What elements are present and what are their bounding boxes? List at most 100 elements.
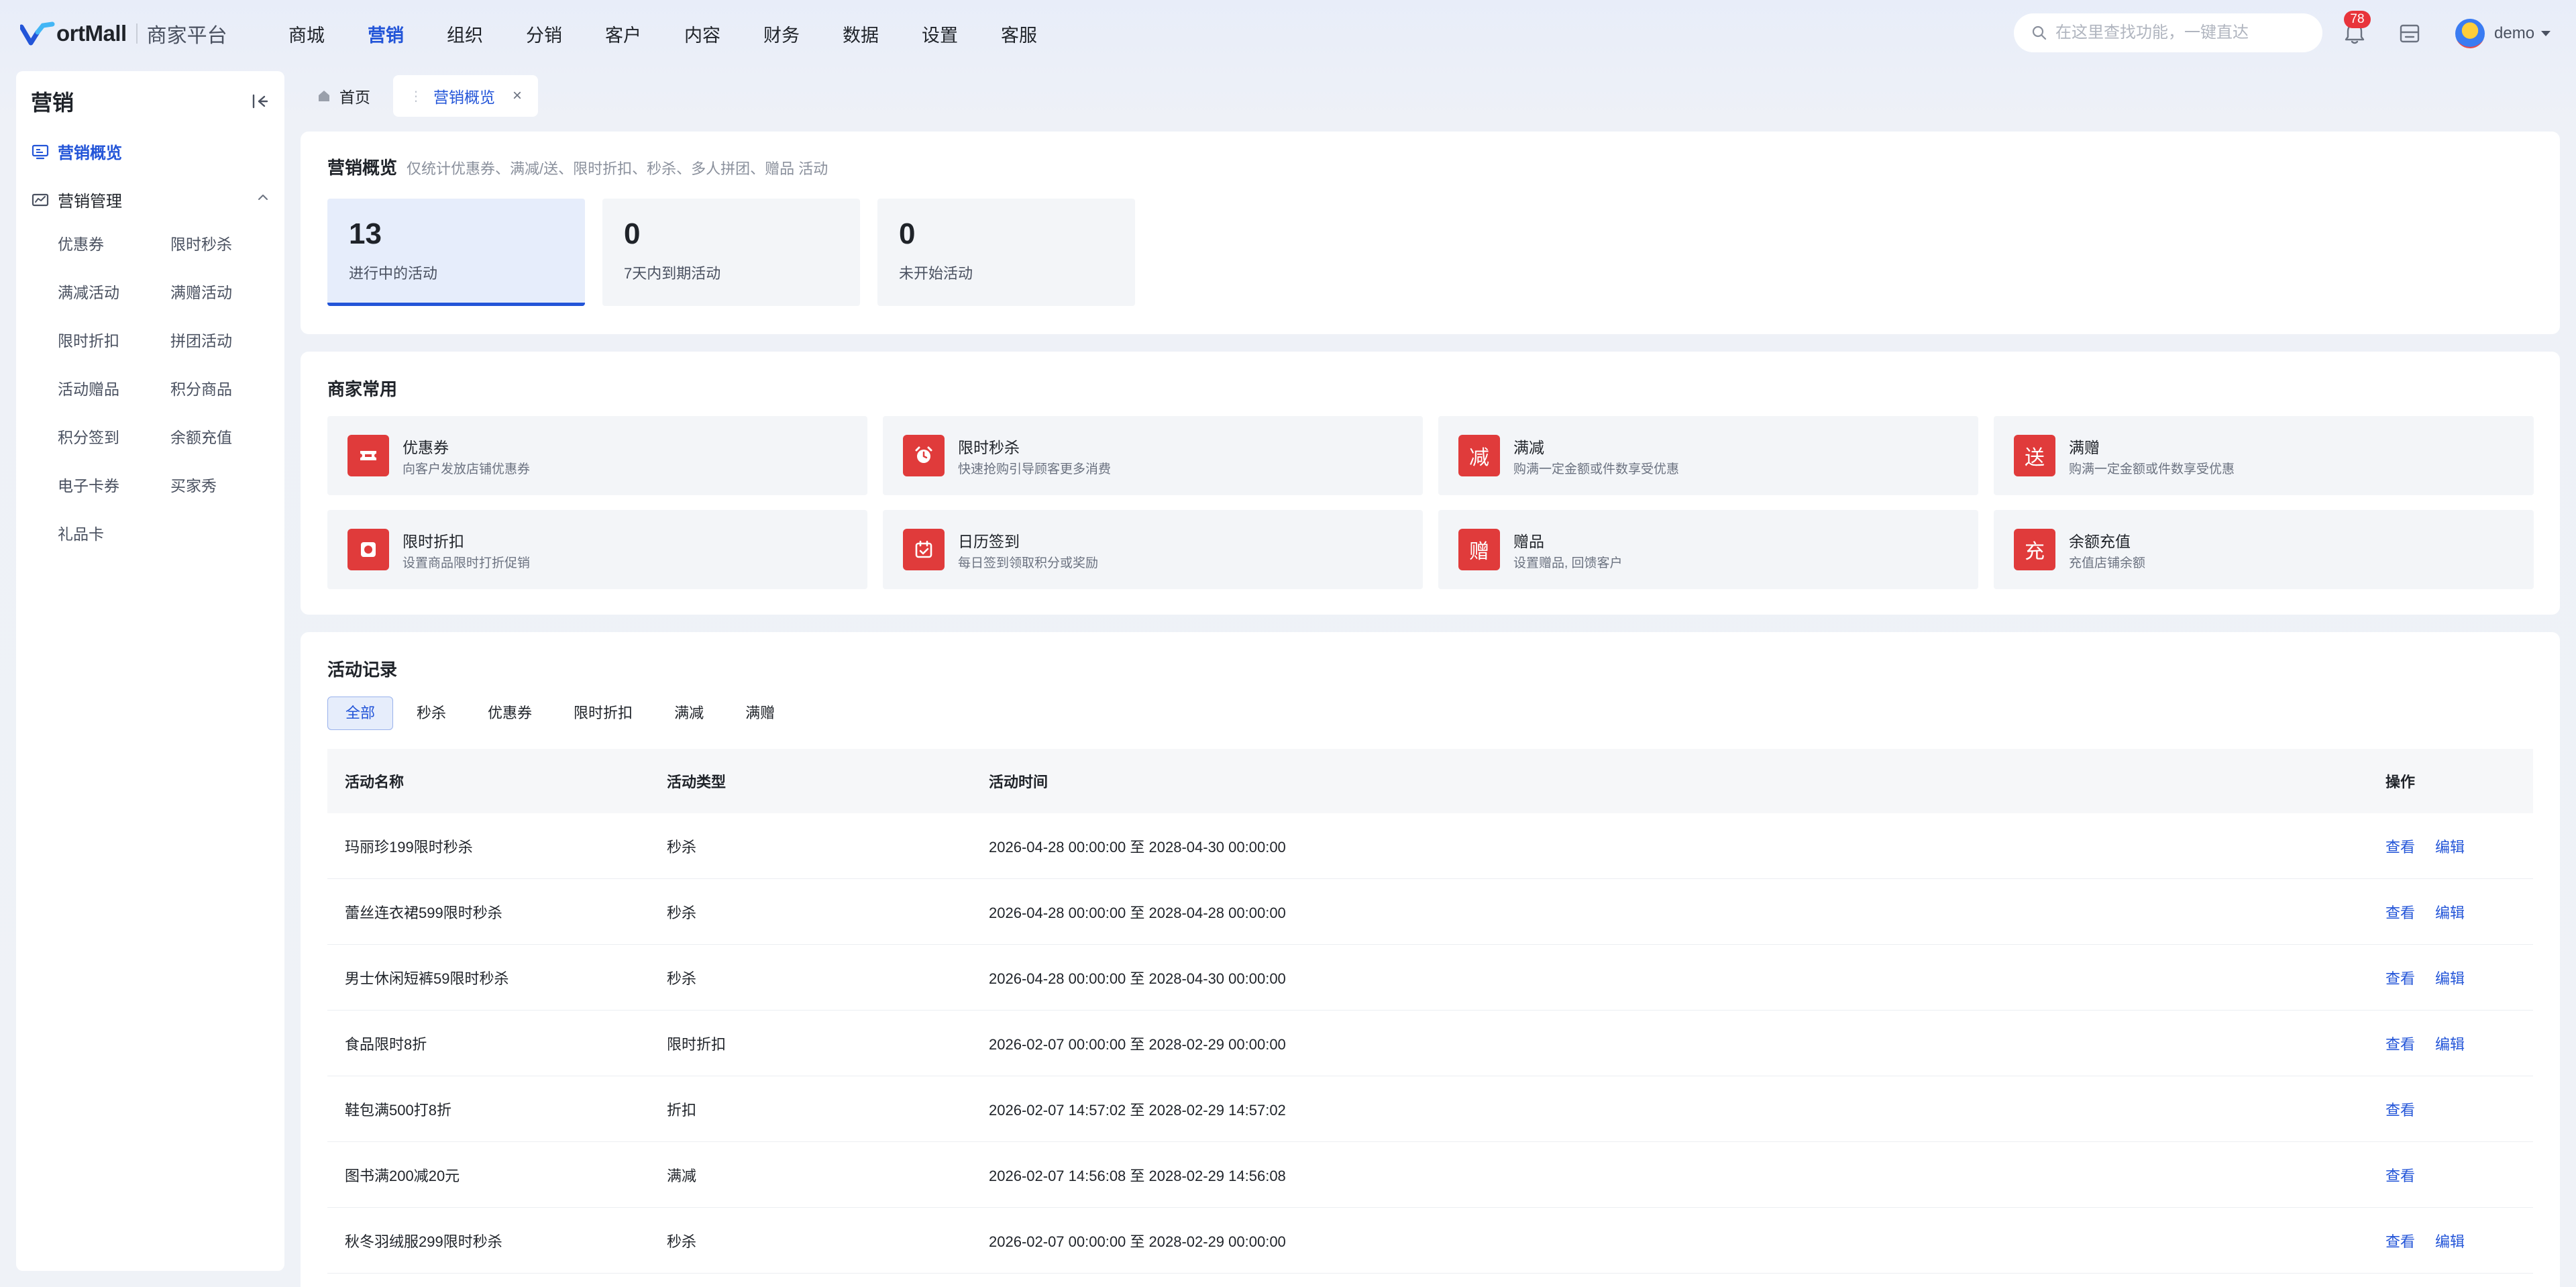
view-link[interactable]: 查看 xyxy=(2385,901,2415,923)
common-title: 商家常用 xyxy=(327,379,398,399)
view-link[interactable]: 查看 xyxy=(2385,1033,2415,1054)
search-input[interactable] xyxy=(2055,23,2310,42)
discount-icon: 减 xyxy=(1458,435,1500,476)
tool-name: 限时秒杀 xyxy=(958,439,1020,456)
view-link[interactable]: 查看 xyxy=(2385,1098,2415,1120)
filter-flash-sale[interactable]: 秒杀 xyxy=(398,697,464,730)
nav-item-settings[interactable]: 设置 xyxy=(922,21,958,47)
overview-title: 营销概览 仅统计优惠券、满减/送、限时折扣、秒杀、多人拼团、赠品 活动 xyxy=(327,154,828,179)
quick-tool-coupon[interactable]: 优惠券 向客户发放店铺优惠券 xyxy=(327,416,867,495)
view-link[interactable]: 查看 xyxy=(2385,967,2415,988)
nav-item-content[interactable]: 内容 xyxy=(684,21,720,47)
sidebar-item-e-card[interactable]: 电子卡券 xyxy=(58,478,170,494)
column-header-time: 活动时间 xyxy=(989,774,1049,790)
sidebar: 营销 营销概览 营销管理 优惠券 限时秒杀 满减活动 满赠活动 限时折扣 拼团活… xyxy=(16,71,284,1271)
sidebar-item-buyer-show[interactable]: 买家秀 xyxy=(170,478,272,494)
chevron-up-icon[interactable] xyxy=(256,191,270,204)
nav-item-marketing[interactable]: 营销 xyxy=(368,21,404,47)
cell-type: 秒杀 xyxy=(667,904,697,921)
nav-item-data[interactable]: 数据 xyxy=(843,21,879,47)
drag-handle-icon[interactable]: ⋮ xyxy=(409,88,423,105)
timer-icon xyxy=(347,529,389,570)
common-tools-grid: 优惠券 向客户发放店铺优惠券 限时秒杀 快速抢购引导顾客更多消费 减 满减 购满… xyxy=(327,416,2534,589)
view-link[interactable]: 查看 xyxy=(2385,835,2415,857)
sidebar-item-overview[interactable]: 营销概览 xyxy=(31,140,122,163)
store-icon[interactable] xyxy=(2398,21,2422,46)
sidebar-item-balance-recharge[interactable]: 余额充值 xyxy=(170,429,272,446)
quick-tool-full-reduction[interactable]: 减 满减 购满一定金额或件数享受优惠 xyxy=(1438,416,1978,495)
nav-item-finance[interactable]: 财务 xyxy=(763,21,800,47)
table-header: 活动名称 活动类型 活动时间 操作 xyxy=(327,749,2533,813)
view-link[interactable]: 查看 xyxy=(2385,1164,2415,1186)
monitor-icon xyxy=(32,144,49,159)
tool-name: 余额充值 xyxy=(2069,533,2131,550)
sidebar-group-marketing-management[interactable]: 营销管理 xyxy=(31,188,270,211)
stat-card-ongoing[interactable]: 13 进行中的活动 xyxy=(327,199,585,306)
nav-item-organization[interactable]: 组织 xyxy=(447,21,483,47)
close-icon[interactable]: × xyxy=(513,87,522,105)
collapse-sidebar-icon[interactable] xyxy=(250,91,270,111)
nav-item-distribution[interactable]: 分销 xyxy=(526,21,562,47)
sidebar-item-points-checkin[interactable]: 积分签到 xyxy=(58,429,170,446)
sidebar-item-full-reduction[interactable]: 满减活动 xyxy=(58,285,170,301)
cell-type: 秒杀 xyxy=(667,838,697,856)
cell-time: 2026-04-28 00:00:00 至 2028-04-28 00:00:0… xyxy=(989,904,1286,921)
sidebar-item-points-goods[interactable]: 积分商品 xyxy=(170,381,272,397)
records-filter-tabs: 全部 秒杀 优惠券 限时折扣 满减 满赠 xyxy=(327,697,798,730)
stat-value: 13 xyxy=(349,217,382,250)
table-row: 秋冬羽绒服299限时秒杀 秒杀 2026-02-07 00:00:00 至 20… xyxy=(327,1208,2533,1274)
filter-limited-discount[interactable]: 限时折扣 xyxy=(555,697,651,730)
tool-name: 满减 xyxy=(1513,439,1544,456)
caret-down-icon[interactable] xyxy=(2541,31,2551,36)
common-tools-card: 商家常用 优惠券 向客户发放店铺优惠券 限时秒杀 快速抢购引导顾客更多消费 减 … xyxy=(301,352,2560,615)
tab-home[interactable]: 首页 xyxy=(301,75,386,117)
quick-tool-balance-recharge[interactable]: 充 余额充值 充值店铺余额 xyxy=(1994,510,2534,589)
ticket-icon xyxy=(347,435,389,476)
overview-subtitle: 仅统计优惠券、满减/送、限时折扣、秒杀、多人拼团、赠品 活动 xyxy=(407,160,828,177)
quick-tool-full-gift[interactable]: 送 满赠 购满一定金额或件数享受优惠 xyxy=(1994,416,2534,495)
avatar[interactable] xyxy=(2455,19,2485,48)
nav-item-customers[interactable]: 客户 xyxy=(605,21,641,47)
table-row: 图书满200减20元 满减 2026-02-07 14:56:08 至 2028… xyxy=(327,1142,2533,1208)
stat-label: 进行中的活动 xyxy=(349,265,438,282)
sidebar-item-coupon[interactable]: 优惠券 xyxy=(58,236,170,252)
records-title: 活动记录 xyxy=(327,660,398,680)
cell-actions: 查看 xyxy=(2385,1098,2533,1120)
view-link[interactable]: 查看 xyxy=(2385,1230,2415,1251)
tool-desc: 设置赠品, 回馈客户 xyxy=(1513,556,1623,570)
filter-all[interactable]: 全部 xyxy=(327,697,394,730)
column-header-actions: 操作 xyxy=(2385,774,2416,790)
stat-label: 7天内到期活动 xyxy=(624,265,721,282)
cell-actions: 查看 编辑 xyxy=(2385,967,2533,988)
cell-name: 鞋包满500打8折 xyxy=(345,1101,451,1119)
user-name[interactable]: demo xyxy=(2494,24,2534,43)
quick-tool-calendar-checkin[interactable]: 日历签到 每日签到领取积分或奖励 xyxy=(883,510,1423,589)
cell-type: 折扣 xyxy=(667,1101,697,1119)
quick-tool-flash-sale[interactable]: 限时秒杀 快速抢购引导顾客更多消费 xyxy=(883,416,1423,495)
filter-full-reduction[interactable]: 满减 xyxy=(656,697,722,730)
edit-link[interactable]: 编辑 xyxy=(2435,835,2465,857)
global-search[interactable] xyxy=(2014,13,2322,52)
nav-item-service[interactable]: 客服 xyxy=(1001,21,1037,47)
edit-link[interactable]: 编辑 xyxy=(2435,1230,2465,1251)
filter-coupon[interactable]: 优惠券 xyxy=(470,697,550,730)
edit-link[interactable]: 编辑 xyxy=(2435,1033,2465,1054)
brand-logo[interactable]: ortMall 商家平台 xyxy=(19,17,227,50)
sidebar-item-full-gift[interactable]: 满赠活动 xyxy=(170,285,272,301)
stat-card-not-started[interactable]: 0 未开始活动 xyxy=(877,199,1135,306)
filter-full-gift[interactable]: 满赠 xyxy=(727,697,793,730)
cell-name: 蕾丝连衣裙599限时秒杀 xyxy=(345,904,502,921)
stat-card-expiring[interactable]: 0 7天内到期活动 xyxy=(602,199,860,306)
sidebar-item-activity-gift[interactable]: 活动赠品 xyxy=(58,381,170,397)
quick-tool-gift[interactable]: 赠 赠品 设置赠品, 回馈客户 xyxy=(1438,510,1978,589)
edit-link[interactable]: 编辑 xyxy=(2435,967,2465,988)
tab-marketing-overview[interactable]: ⋮ 营销概览 × xyxy=(393,75,539,117)
quick-tool-limited-discount[interactable]: 限时折扣 设置商品限时打折促销 xyxy=(327,510,867,589)
sidebar-item-limited-discount[interactable]: 限时折扣 xyxy=(58,333,170,349)
sidebar-item-flash-sale[interactable]: 限时秒杀 xyxy=(170,236,272,252)
sidebar-item-group-buy[interactable]: 拼团活动 xyxy=(170,333,272,349)
tool-desc: 向客户发放店铺优惠券 xyxy=(402,462,531,476)
edit-link[interactable]: 编辑 xyxy=(2435,901,2465,923)
sidebar-item-gift-card[interactable]: 礼品卡 xyxy=(58,526,170,542)
nav-item-mall[interactable]: 商城 xyxy=(288,21,325,47)
